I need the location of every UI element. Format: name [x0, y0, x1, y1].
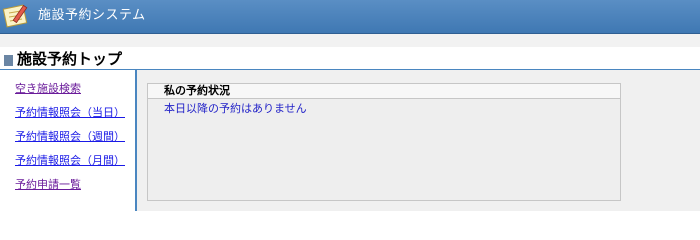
app-title: 施設予約システム [38, 8, 146, 23]
page-title: 施設予約トップ [17, 50, 123, 68]
app-header: 施設予約システム [0, 0, 700, 34]
page-title-bar: 施設予約トップ [0, 47, 700, 71]
notepad-pencil-icon [2, 4, 28, 28]
my-reservations-panel: 私の予約状況 本日以降の予約はありません [147, 83, 621, 201]
main-content: 私の予約状況 本日以降の予約はありません [137, 70, 700, 211]
header-spacer [0, 34, 700, 47]
panel-header: 私の予約状況 [148, 84, 620, 99]
sidebar-item-reservation-month[interactable]: 予約情報照会（月間） [15, 154, 125, 168]
sidebar-item-application-list[interactable]: 予約申請一覧 [15, 178, 81, 192]
sidebar-nav: 空き施設検索 予約情報照会（当日） 予約情報照会（週間） 予約情報照会（月間） … [0, 70, 137, 211]
panel-title: 私の予約状況 [164, 84, 230, 97]
sidebar-item-facility-search[interactable]: 空き施設検索 [15, 82, 81, 96]
sidebar-item-reservation-today[interactable]: 予約情報照会（当日） [15, 106, 125, 120]
no-reservations-message: 本日以降の予約はありません [164, 102, 307, 115]
title-marker-icon [4, 55, 13, 66]
sidebar-item-reservation-week[interactable]: 予約情報照会（週間） [15, 130, 125, 144]
